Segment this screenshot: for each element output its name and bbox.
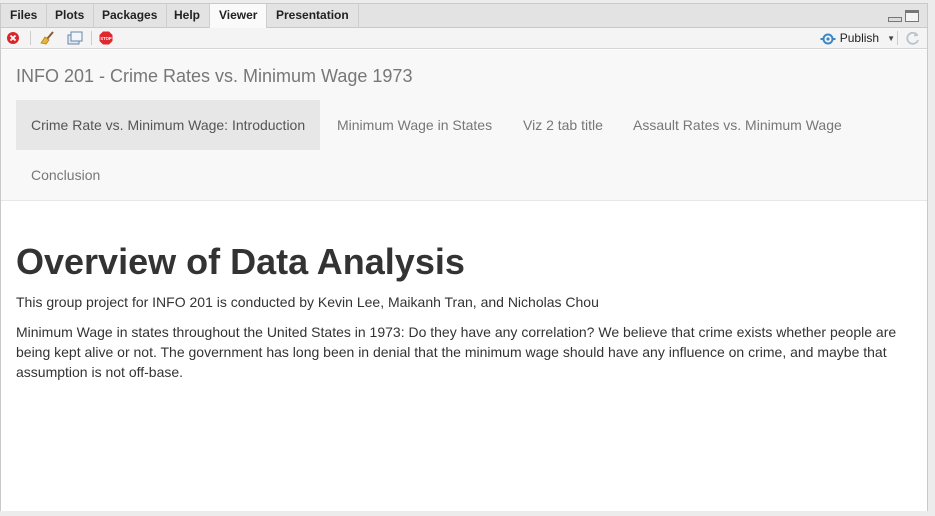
toolbar-separator [897,31,898,45]
app-navbar: INFO 201 - Crime Rates vs. Minimum Wage … [1,50,927,201]
minimize-icon[interactable] [888,17,902,22]
svg-text:STOP: STOP [100,36,112,41]
app-viewer: INFO 201 - Crime Rates vs. Minimum Wage … [1,50,927,511]
authors-text: This group project for INFO 201 is condu… [16,294,599,310]
tab-presentation[interactable]: Presentation [267,4,359,28]
tab-plots[interactable]: Plots [46,4,95,28]
tab-viewer[interactable]: Viewer [210,4,268,29]
intro-paragraph: Minimum Wage in states throughout the Un… [16,324,897,380]
refresh-icon[interactable] [905,30,921,46]
remove-viewer-icon[interactable] [6,31,20,45]
tab-minimum-wage-states[interactable]: Minimum Wage in States [322,100,507,150]
tab-help[interactable]: Help [165,4,211,28]
tab-introduction[interactable]: Crime Rate vs. Minimum Wage: Introductio… [16,100,321,150]
viewer-pane: Files Plots Packages Help Viewer Present… [0,3,928,511]
app-title: INFO 201 - Crime Rates vs. Minimum Wage … [16,66,413,86]
chevron-down-icon[interactable]: ▼ [887,30,895,47]
page-heading: Overview of Data Analysis [16,241,465,282]
clear-broom-icon[interactable] [39,31,55,45]
tab-assault-rates[interactable]: Assault Rates vs. Minimum Wage [618,100,857,150]
publish-icon [820,33,836,44]
publish-label: Publish [839,31,880,45]
tab-packages[interactable]: Packages [93,4,168,28]
toolbar-separator [91,31,92,45]
viewer-toolbar: STOP Publish ▼ [1,28,927,49]
toolbar-separator [30,31,31,45]
publish-button[interactable]: Publish ▼ [820,30,895,47]
window-controls [888,10,919,22]
stop-icon[interactable]: STOP [99,31,113,45]
popout-window-icon[interactable] [67,31,83,45]
ide-tab-strip: Files Plots Packages Help Viewer Present… [1,4,927,29]
tab-files[interactable]: Files [1,4,48,28]
main-content: Overview of Data Analysis This group pro… [16,240,911,382]
maximize-icon[interactable] [905,10,919,22]
tab-conclusion[interactable]: Conclusion [16,150,115,200]
tab-viz-2[interactable]: Viz 2 tab title [508,100,618,150]
